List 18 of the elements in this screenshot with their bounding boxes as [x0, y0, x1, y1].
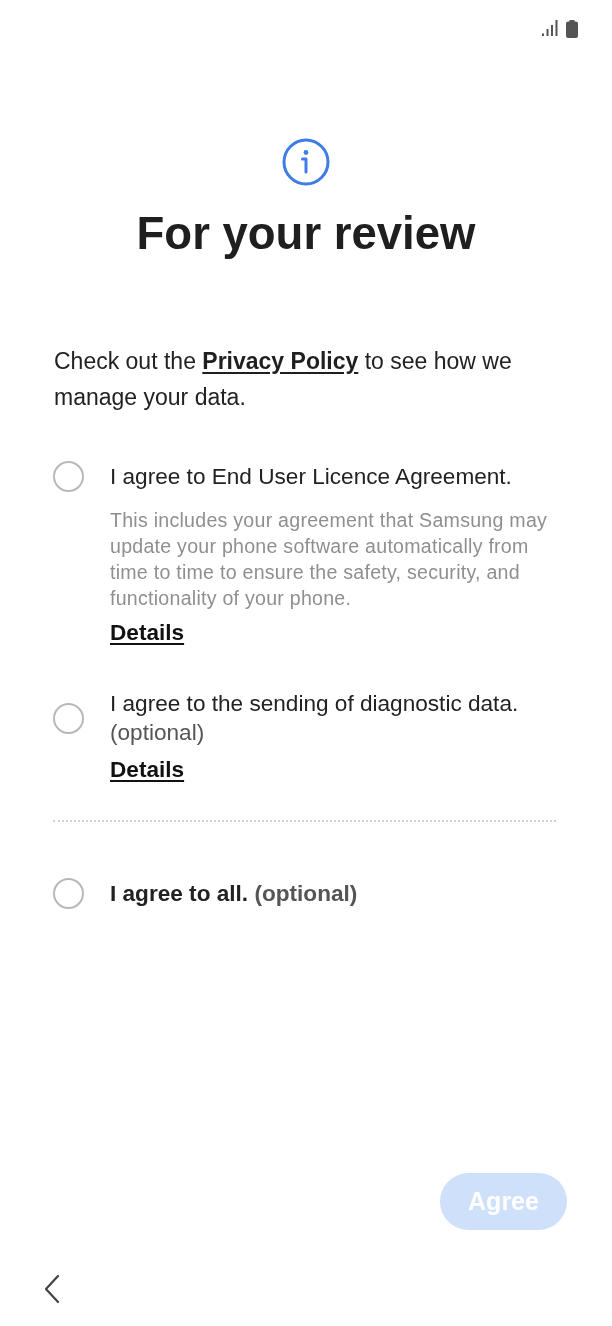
battery-icon [566, 20, 578, 38]
agree-all-label: I agree to all. [110, 881, 249, 906]
details-link[interactable]: Details [110, 620, 185, 646]
details-link[interactable]: Details [110, 757, 185, 783]
radio-button[interactable] [53, 878, 84, 909]
info-icon [282, 138, 330, 186]
intro-text: Check out the Privacy Policy to see how we manage your data. [54, 347, 513, 412]
radio-button[interactable] [53, 461, 84, 492]
optional-label: (optional) [110, 720, 205, 745]
radio-button[interactable] [53, 702, 84, 734]
back-icon[interactable] [42, 1274, 62, 1304]
signal-icon [542, 20, 558, 36]
agreement-label: I agree to the sending of diagnostic data. [110, 691, 519, 716]
privacy-policy-link[interactable]: Privacy Policy [202, 348, 359, 374]
optional-label: (optional) [254, 881, 358, 906]
page-title: For your review [136, 208, 476, 260]
agreement-description: This includes your agreement that Samsung may update your phone software automatically from time to time to ensure the safety, security, and functionality of your phone. [110, 508, 549, 611]
agreement-label: I agree to End User Licence Agreement. [110, 464, 512, 489]
